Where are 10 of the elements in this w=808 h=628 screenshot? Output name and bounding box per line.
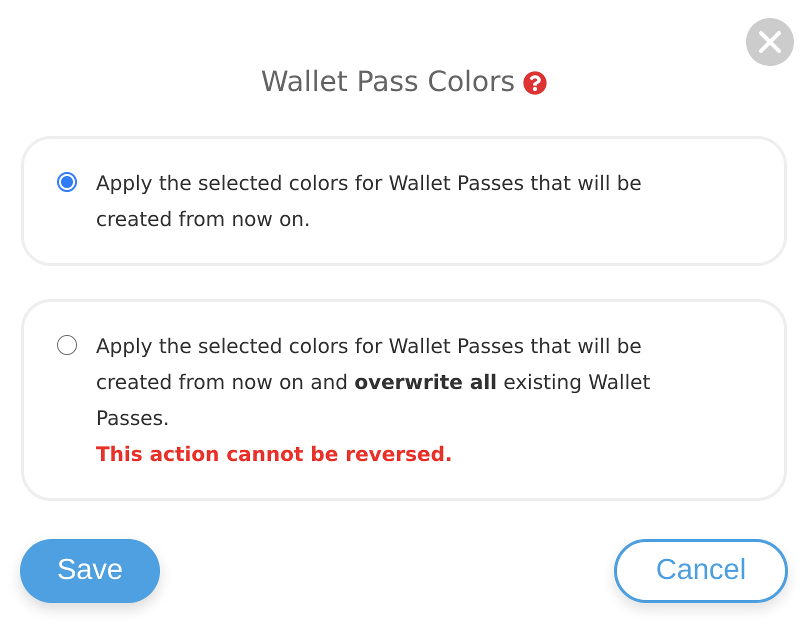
close-icon: [758, 30, 782, 54]
option-card[interactable]: Apply the selected colors for Wallet Passes that will be created from now on and overwrite all existing Wallet Passes. This action cannot be reversed.: [21, 299, 787, 501]
dialog-title: Wallet Pass Colors: [260, 64, 516, 100]
option-text: Apply the selected colors for Wallet Passes that will be created from now on and overwrite all existing Wallet Passes.: [96, 333, 652, 432]
help-icon[interactable]: [523, 71, 548, 95]
radio-button[interactable]: [57, 172, 77, 192]
option-card[interactable]: Apply the selected colors for Wallet Passes that will be created from now on.: [21, 136, 787, 266]
radio-button[interactable]: [57, 335, 77, 355]
option-text: Apply the selected colors for Wallet Passes that will be created from now on.: [96, 170, 643, 233]
warning-text: This action cannot be reversed.: [96, 441, 454, 468]
